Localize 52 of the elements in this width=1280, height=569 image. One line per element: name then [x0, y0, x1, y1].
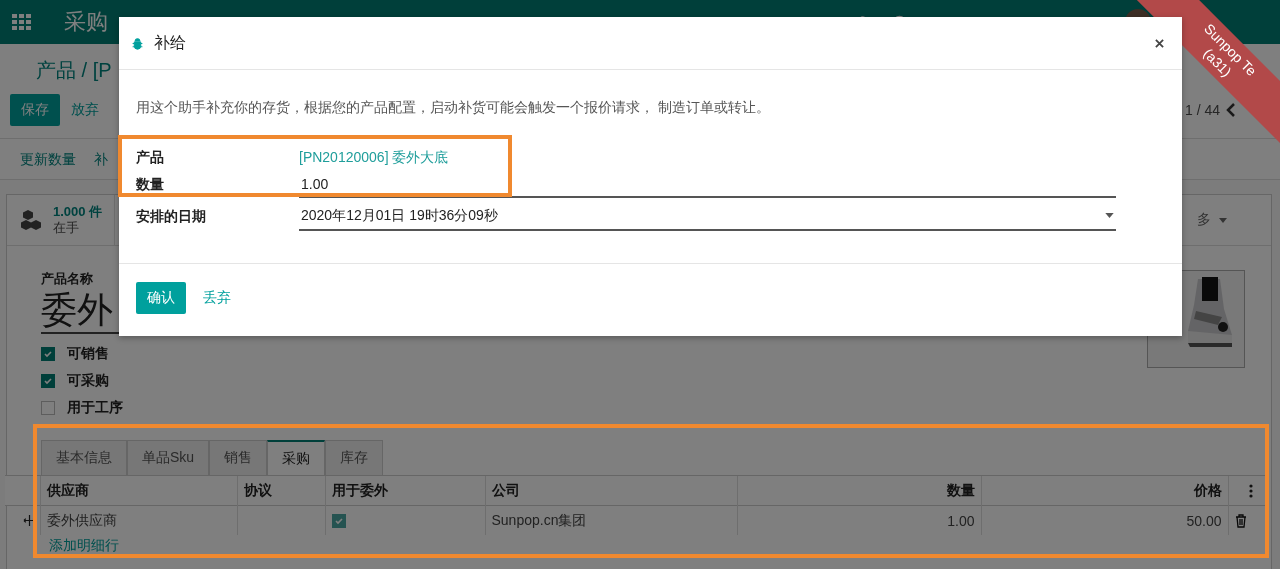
- date-dropdown[interactable]: 2020年12月01日 19时36分09秒: [299, 202, 1116, 231]
- tab[interactable]: 库存: [325, 440, 384, 475]
- discard-button[interactable]: 放弃: [60, 94, 110, 126]
- field-label: 产品名称: [41, 270, 94, 288]
- action-link[interactable]: 更新数量: [20, 149, 76, 169]
- close-icon[interactable]: [1155, 38, 1164, 48]
- quantity-field[interactable]: 1.00: [299, 171, 1116, 198]
- checkbox-label: 用于工序: [67, 398, 123, 417]
- field-label: 数量: [136, 175, 165, 194]
- table-cell: 50.00: [1186, 512, 1222, 529]
- bug-icon: [131, 36, 144, 50]
- confirm-button[interactable]: 确认: [136, 282, 186, 314]
- table-cell: 1.00: [947, 512, 975, 529]
- kebab-menu-icon[interactable]: [1248, 483, 1253, 498]
- trash-icon[interactable]: [1234, 513, 1247, 528]
- checkbox[interactable]: [41, 346, 55, 361]
- add-line-link[interactable]: 添加明细行: [49, 537, 119, 555]
- tab[interactable]: 采购: [267, 440, 326, 475]
- field-label: 产品: [136, 148, 165, 167]
- dialog-description: 用这个助手补充你的存货，根据您的产品配置，启动补货可能会触发一个报价请求， 制造订单或转让。: [136, 98, 771, 117]
- caret-icon: [1219, 217, 1227, 223]
- app-title: 采购: [64, 8, 108, 36]
- more-button[interactable]: 多: [1197, 211, 1227, 229]
- save-button[interactable]: 保存: [10, 94, 60, 126]
- drag-handle-icon[interactable]: [23, 514, 36, 527]
- checkmark-icon: [43, 375, 53, 386]
- column-header[interactable]: 价格: [981, 475, 1228, 506]
- tab[interactable]: 基本信息: [41, 440, 127, 475]
- pager-counter: 1 / 44: [1184, 102, 1220, 118]
- caret-icon: [1105, 213, 1114, 218]
- table-cell: Sunpop.cn集团: [491, 511, 587, 528]
- column-header[interactable]: 数量: [737, 475, 981, 506]
- checkbox-label: 可采购: [67, 371, 109, 390]
- product-link[interactable]: [PN20120006] 委外大底: [299, 148, 449, 167]
- checkmark-icon: [43, 348, 53, 359]
- stat-button[interactable]: 1.000 件 在手: [7, 195, 116, 245]
- column-header[interactable]: 供应商: [40, 475, 237, 506]
- checkbox[interactable]: [41, 400, 55, 415]
- action-link[interactable]: 补: [94, 149, 108, 169]
- checkbox-label: 可销售: [67, 344, 109, 363]
- checkbox[interactable]: [41, 373, 55, 388]
- apps-menu-icon[interactable]: [12, 14, 32, 30]
- field-label: 安排的日期: [136, 207, 207, 226]
- column-header[interactable]: 用于委外: [325, 475, 485, 506]
- tab[interactable]: 单品Sku: [127, 440, 210, 475]
- tab[interactable]: 销售: [209, 440, 268, 475]
- column-header[interactable]: 协议: [237, 475, 325, 506]
- column-header[interactable]: 公司: [485, 475, 737, 506]
- table-cell: 委外供应商: [46, 511, 117, 528]
- dialog-title: 补给: [154, 32, 186, 53]
- discard-button[interactable]: 丢弃: [192, 282, 242, 314]
- previous-icon[interactable]: [1226, 103, 1236, 117]
